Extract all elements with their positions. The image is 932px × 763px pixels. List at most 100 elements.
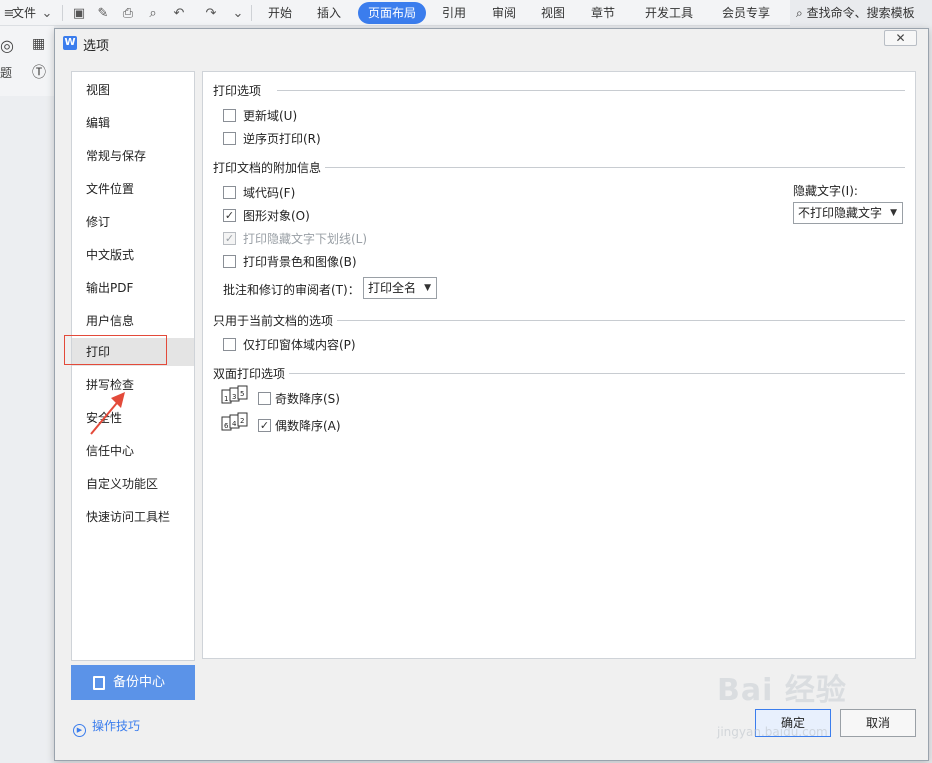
section-duplex: 双面打印选项 [213, 367, 286, 381]
nav-item-quick-access[interactable]: 快速访问工具栏 [72, 503, 194, 531]
play-icon: ▶ [73, 724, 86, 737]
even-page-6: 6 [224, 422, 229, 430]
theme-label[interactable]: 题 [0, 64, 12, 81]
update-fields-label: 更新域(U) [243, 109, 298, 123]
reviewer-label: 批注和修订的审阅者(T)： [223, 283, 360, 297]
search-icon: ⌕ [796, 6, 803, 20]
close-icon: ✕ [895, 31, 906, 45]
reviewer-select-value: 打印全名 [368, 281, 417, 295]
ribbon-left-strip: ◎ ▦ 题 Ⓣ [0, 26, 54, 96]
chevron-down-icon[interactable]: ⌄ [38, 4, 56, 22]
nav-item-trust-center[interactable]: 信任中心 [72, 437, 194, 465]
separator [251, 5, 252, 21]
command-search[interactable]: ⌕ 查找命令、搜索模板 [790, 0, 932, 26]
section-current-document: 只用于当前文档的选项 [213, 314, 334, 328]
close-button[interactable]: ✕ [884, 30, 917, 46]
nav-item-edit[interactable]: 编辑 [72, 109, 194, 137]
odd-page-1: 1 [224, 395, 228, 403]
drawing-objects-checkbox[interactable]: ✓ [223, 209, 236, 222]
tab-references[interactable]: 引用 [432, 2, 476, 24]
print-preview-icon[interactable]: ⌕ [144, 4, 162, 22]
palette-icon[interactable]: ◎ [0, 36, 14, 55]
caret-down-icon: ▼ [890, 208, 897, 218]
watermark-logo: Bai 经验 [717, 673, 847, 708]
field-codes-label: 域代码(F) [243, 186, 296, 200]
options-dialog: W 选项 ✕ 视图 编辑 常规与保存 文件位置 修订 中文版式 输出PDF 用户… [54, 28, 929, 761]
format-painter-icon[interactable]: ✎ [94, 4, 112, 22]
hidden-underline-label: 打印隐藏文字下划线(L) [243, 232, 368, 246]
divider [277, 90, 905, 91]
more-icon[interactable]: ⌄ [229, 4, 247, 22]
nav-item-file-location[interactable]: 文件位置 [72, 175, 194, 203]
form-only-label: 仅打印窗体域内容(P) [243, 338, 356, 352]
odd-page-5: 5 [240, 390, 244, 398]
tab-insert[interactable]: 插入 [307, 2, 351, 24]
background-label: 打印背景色和图像(B) [243, 255, 357, 269]
highlight-box [64, 335, 167, 365]
hidden-text-label: 隐藏文字(I): [793, 184, 858, 198]
file-menu[interactable]: 文件 [12, 0, 36, 26]
even-page-2: 2 [240, 417, 244, 425]
tab-member[interactable]: 会员专享 [712, 2, 780, 24]
dialog-titlebar: W 选项 ✕ [55, 29, 928, 57]
field-codes-checkbox[interactable] [223, 186, 236, 199]
undo-icon[interactable]: ↶ [170, 4, 188, 22]
nav-item-user-info[interactable]: 用户信息 [72, 307, 194, 335]
nav-item-view[interactable]: 视图 [72, 76, 194, 104]
reverse-order-label: 逆序页打印(R) [243, 132, 321, 146]
watermark-url: jingyan.baidu.com [717, 725, 828, 739]
app-toolbar: ≡ 文件 ⌄ ▣ ✎ ⎙ ⌕ ↶ ↷ ⌄ 开始 插入 页面布局 引用 审阅 视图… [0, 0, 932, 26]
tab-home[interactable]: 开始 [258, 2, 302, 24]
even-desc-label: 偶数降序(A) [275, 419, 341, 433]
hidden-text-select-value: 不打印隐藏文字 [798, 206, 883, 220]
tips-label: 操作技巧 [92, 719, 141, 733]
save-icon[interactable]: ▣ [70, 4, 88, 22]
wps-logo-icon: W [63, 36, 77, 50]
tab-chapter[interactable]: 章节 [581, 2, 625, 24]
even-page-4: 4 [232, 420, 237, 428]
pointer-arrow-icon [90, 392, 125, 435]
nav-item-chinese-layout[interactable]: 中文版式 [72, 241, 194, 269]
section-print-options: 打印选项 [213, 84, 262, 98]
backup-icon [93, 676, 105, 690]
nav-item-customize-ribbon[interactable]: 自定义功能区 [72, 470, 194, 498]
odd-desc-label: 奇数降序(S) [275, 392, 340, 406]
update-fields-checkbox[interactable] [223, 109, 236, 122]
tips-link[interactable]: ▶ 操作技巧 [73, 717, 140, 737]
backup-center-label: 备份中心 [113, 675, 166, 690]
document-background [0, 96, 54, 763]
section-additional-info: 打印文档的附加信息 [213, 161, 322, 175]
odd-desc-checkbox[interactable] [258, 392, 271, 405]
text-icon[interactable]: Ⓣ [32, 62, 46, 82]
nav-item-revision[interactable]: 修订 [72, 208, 194, 236]
print-settings-panel: 打印选项 更新域(U) 逆序页打印(R) 打印文档的附加信息 域代码(F) ✓ … [202, 71, 916, 659]
print-icon[interactable]: ⎙ [119, 4, 137, 22]
redo-icon[interactable]: ↷ [202, 4, 220, 22]
even-pages-icon: 6 4 2 [221, 412, 248, 431]
even-desc-checkbox[interactable]: ✓ [258, 419, 271, 432]
grid-icon[interactable]: ▦ [32, 36, 45, 52]
form-only-checkbox[interactable] [223, 338, 236, 351]
hidden-underline-checkbox: ✓ [223, 232, 236, 245]
nav-item-export-pdf[interactable]: 输出PDF [72, 274, 194, 302]
background-checkbox[interactable] [223, 255, 236, 268]
tab-developer[interactable]: 开发工具 [635, 2, 703, 24]
nav-item-general-save[interactable]: 常规与保存 [72, 142, 194, 170]
dialog-title: 选项 [83, 39, 110, 54]
caret-down-icon: ▼ [424, 283, 431, 293]
reviewer-select[interactable]: 打印全名 ▼ [363, 277, 437, 299]
hidden-text-select[interactable]: 不打印隐藏文字 ▼ [793, 202, 903, 224]
divider [325, 167, 905, 168]
backup-center-button[interactable]: 备份中心 [71, 665, 195, 700]
divider [289, 373, 905, 374]
reverse-order-checkbox[interactable] [223, 132, 236, 145]
cancel-button[interactable]: 取消 [840, 709, 916, 737]
search-input[interactable]: 查找命令、搜索模板 [807, 6, 915, 20]
odd-pages-icon: 1 3 5 [221, 385, 248, 404]
options-nav: 视图 编辑 常规与保存 文件位置 修订 中文版式 输出PDF 用户信息 打印 拼… [64, 71, 195, 661]
odd-page-3: 3 [232, 393, 236, 401]
tab-review[interactable]: 审阅 [482, 2, 526, 24]
tab-view[interactable]: 视图 [531, 2, 575, 24]
drawing-objects-label: 图形对象(O) [243, 209, 310, 223]
tab-page-layout[interactable]: 页面布局 [358, 2, 427, 24]
